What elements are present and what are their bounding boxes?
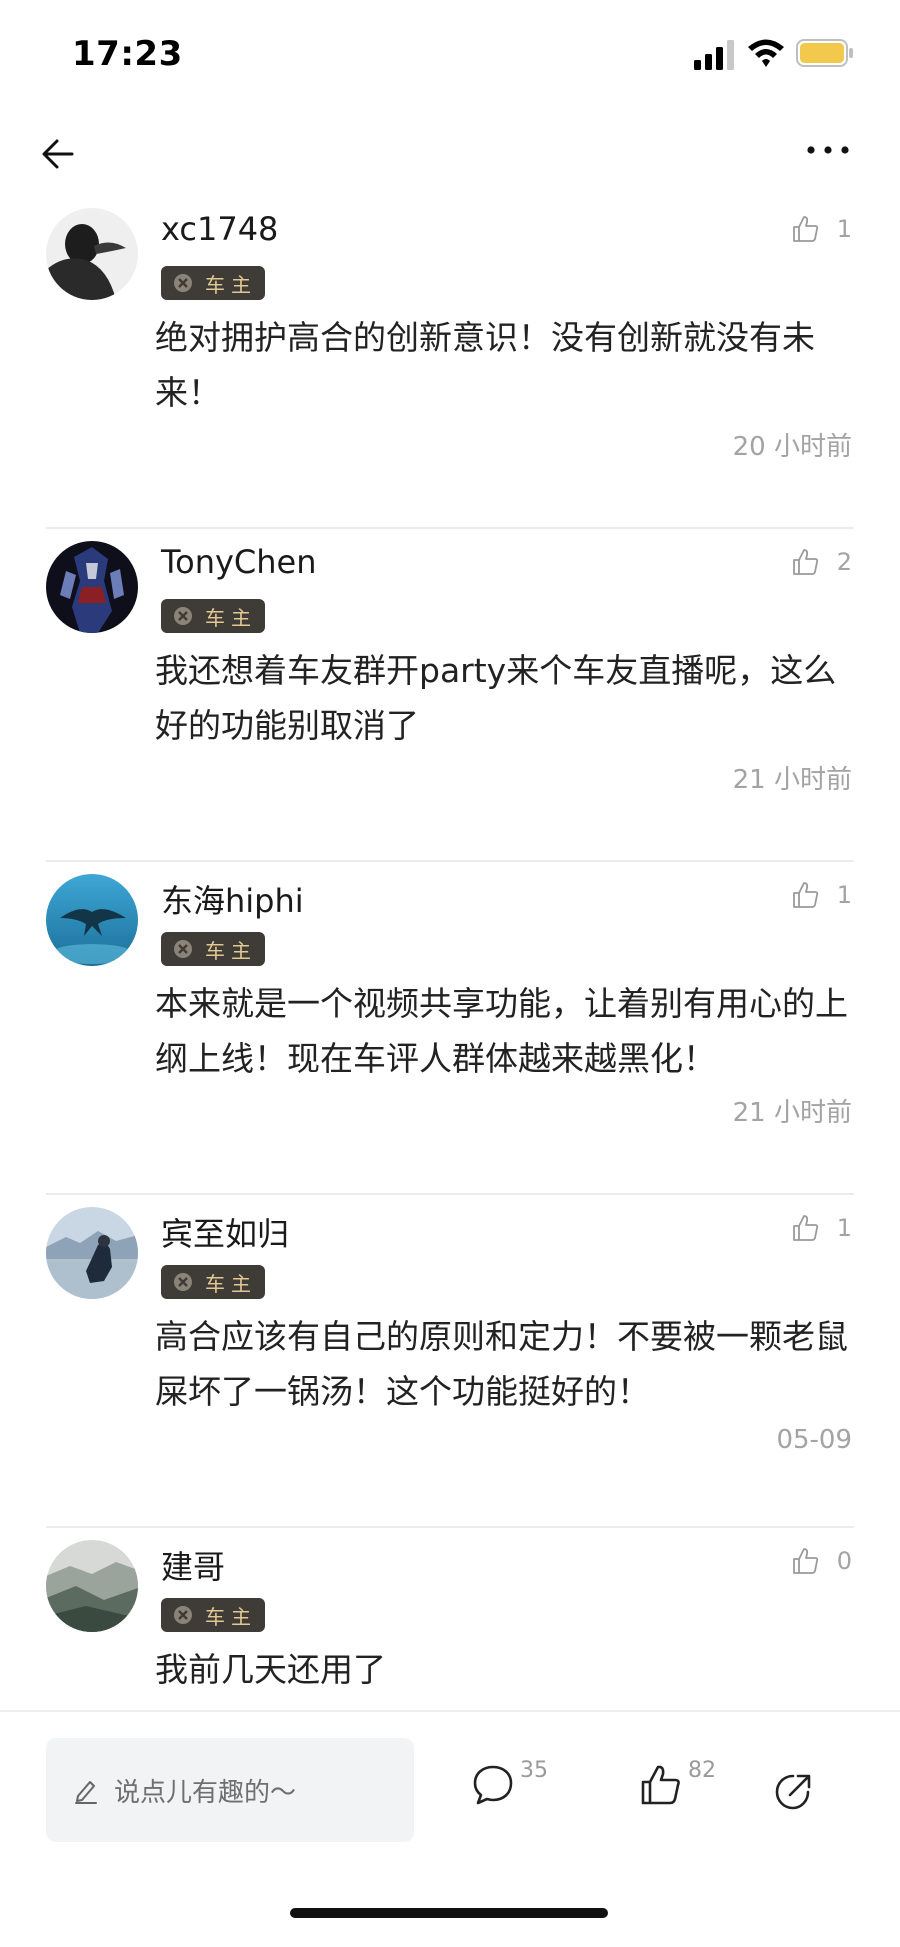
user-avatar[interactable] xyxy=(46,1540,138,1632)
more-options-icon[interactable] xyxy=(806,140,850,160)
badge-label: 车主 xyxy=(205,938,257,963)
comment-like-button[interactable]: 1 xyxy=(791,1213,852,1243)
badge-label: 车主 xyxy=(205,1271,257,1296)
user-avatar[interactable] xyxy=(46,208,138,300)
user-avatar[interactable] xyxy=(46,541,138,633)
comment-text: 高合应该有自己的原则和定力！不要被一颗老鼠屎坏了一锅汤！这个功能挺好的！ xyxy=(155,1317,848,1411)
status-bar: 17:23 xyxy=(0,0,900,110)
comment-text: 我还想着车友群开party来个车友直播呢，这么好的功能别取消了 xyxy=(155,651,837,745)
owner-badge: 车主 xyxy=(161,266,265,300)
badge-label: 车主 xyxy=(205,272,257,297)
username[interactable]: TonyChen xyxy=(161,543,317,581)
comment-list: xc1748 车主 1 绝对拥护高合的创新意识！没有创新就没有未来！ 20 小时… xyxy=(0,196,900,1710)
wifi-icon xyxy=(748,39,784,67)
like-count: 1 xyxy=(836,881,852,909)
comment-item: xc1748 车主 1 绝对拥护高合的创新意识！没有创新就没有未来！ 20 小时… xyxy=(0,196,900,529)
comment-time: 21 小时前 xyxy=(732,765,852,795)
share-icon xyxy=(775,1774,811,1810)
signal-icon xyxy=(694,40,734,70)
username[interactable]: xc1748 xyxy=(161,210,278,248)
username[interactable]: 建哥 xyxy=(161,1542,225,1588)
comment-bubble-icon xyxy=(473,1765,513,1805)
thumb-up-icon xyxy=(792,1215,818,1241)
comment-like-button[interactable]: 2 xyxy=(791,547,852,577)
battery-icon xyxy=(796,39,853,67)
like-count: 1 xyxy=(836,215,852,243)
comment-item: 东海hiphi 车主 1 本来就是一个视频共享功能，让着别有用心的上纲上线！现在… xyxy=(0,862,900,1195)
share-button[interactable] xyxy=(770,1768,816,1818)
thumb-up-icon xyxy=(641,1765,680,1805)
input-placeholder: 说点儿有趣的～ xyxy=(114,1777,297,1808)
comment-text: 本来就是一个视频共享功能，让着别有用心的上纲上线！现在车评人群体越来越黑化！ xyxy=(155,984,848,1078)
comment-text: 我前几天还用了 xyxy=(155,1650,386,1689)
back-arrow-icon[interactable] xyxy=(38,134,78,174)
comment-like-button[interactable]: 1 xyxy=(791,214,852,244)
comment-like-button[interactable]: 1 xyxy=(791,880,852,910)
comment-count: 35 xyxy=(520,1758,548,1783)
badge-label: 车主 xyxy=(205,605,257,630)
thumb-up-icon xyxy=(792,549,818,575)
bottom-toolbar: 说点儿有趣的～ 35 82 xyxy=(0,1710,900,1947)
pencil-icon xyxy=(75,1781,97,1804)
comments-screen: 17:23 xc1748 车主 1 绝对拥护高合的创新意识！没有创新就没有未来！… xyxy=(0,0,900,1947)
home-indicator xyxy=(290,1908,608,1918)
comment-count-button[interactable]: 35 xyxy=(470,1758,548,1808)
like-count-button[interactable]: 82 xyxy=(638,1758,716,1808)
comment-time: 20 小时前 xyxy=(732,432,852,462)
status-time: 17:23 xyxy=(72,34,183,74)
thumb-up-icon xyxy=(792,1548,818,1574)
username[interactable]: 宾至如归 xyxy=(161,1209,289,1255)
thumb-up-icon xyxy=(792,216,818,242)
like-count: 2 xyxy=(836,548,852,576)
owner-badge: 车主 xyxy=(161,599,265,633)
owner-badge: 车主 xyxy=(161,932,265,966)
comment-input[interactable]: 说点儿有趣的～ xyxy=(46,1738,414,1842)
like-count: 1 xyxy=(836,1214,852,1242)
comment-text: 绝对拥护高合的创新意识！没有创新就没有未来！ xyxy=(155,318,815,412)
nav-bar xyxy=(0,110,900,194)
comment-item: TonyChen 车主 2 我还想着车友群开party来个车友直播呢，这么好的功… xyxy=(0,529,900,862)
thumb-up-icon xyxy=(792,882,818,908)
comment-item: 建哥 车主 0 我前几天还用了 xyxy=(0,1528,900,1710)
badge-logo-icon xyxy=(174,1606,192,1624)
comment-time: 05-09 xyxy=(776,1425,852,1455)
like-count: 82 xyxy=(688,1758,716,1783)
badge-logo-icon xyxy=(174,274,192,292)
comment-item: 宾至如归 车主 1 高合应该有自己的原则和定力！不要被一颗老鼠屎坏了一锅汤！这个… xyxy=(0,1195,900,1528)
badge-logo-icon xyxy=(174,940,192,958)
owner-badge: 车主 xyxy=(161,1598,265,1632)
like-count: 0 xyxy=(836,1547,852,1575)
badge-label: 车主 xyxy=(205,1604,257,1629)
user-avatar[interactable] xyxy=(46,1207,138,1299)
comment-like-button[interactable]: 0 xyxy=(791,1546,852,1576)
owner-badge: 车主 xyxy=(161,1265,265,1299)
badge-logo-icon xyxy=(174,607,192,625)
username[interactable]: 东海hiphi xyxy=(161,876,304,922)
user-avatar[interactable] xyxy=(46,874,138,966)
badge-logo-icon xyxy=(174,1273,192,1291)
comment-time: 21 小时前 xyxy=(732,1098,852,1128)
